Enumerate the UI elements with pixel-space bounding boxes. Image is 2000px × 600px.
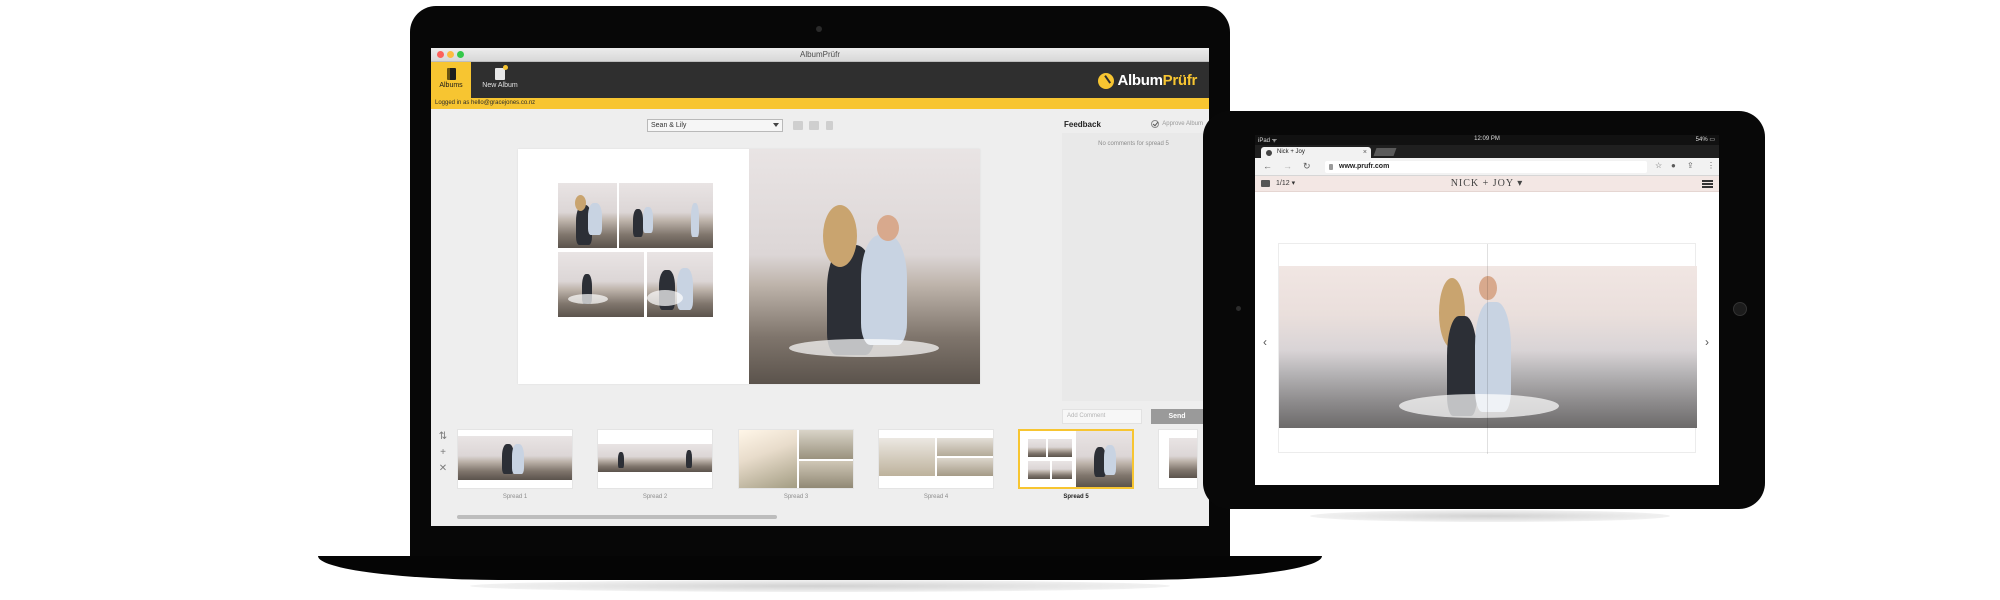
send-button[interactable]: Send <box>1151 409 1203 424</box>
spread-photo <box>1279 266 1697 428</box>
spread-filmstrip: Spread 1 Spread 2 Spread 3 Spread 4 Spre… <box>457 425 1209 503</box>
spread-thumbnail <box>1018 429 1134 489</box>
ipad: iPad ᯤ 12:09 PM 54% ▭ Nick + Joy × ← → ↻… <box>1203 111 1765 509</box>
spread-label: Spread 4 <box>923 494 949 500</box>
window-title: AlbumPrüfr <box>799 50 840 59</box>
laptop-screen: AlbumPrüfr Albums New Album Album Prüfr … <box>431 48 1209 526</box>
composite-stage: AlbumPrüfr Albums New Album Album Prüfr … <box>0 0 2000 600</box>
add-spread-icon[interactable]: + <box>437 445 449 461</box>
spread-label: Spread 3 <box>783 494 809 500</box>
logged-in-bar: Logged in as hello@gracejones.co.nz <box>431 98 1209 109</box>
browser-tab-title: Nick + Joy <box>1277 149 1305 155</box>
spread-label: Spread 1 <box>502 494 528 500</box>
hamburger-menu-icon[interactable] <box>1702 180 1713 188</box>
album-title-dropdown[interactable]: NICK + JOY ▾ <box>1255 178 1719 189</box>
no-comments-text: No comments for spread 5 <box>1098 141 1169 147</box>
spread-gutter <box>1487 244 1488 454</box>
close-tab-icon[interactable]: × <box>1363 147 1367 158</box>
approve-album-label: Approve Album <box>1162 121 1203 127</box>
back-arrow-icon[interactable]: ← <box>1263 161 1272 171</box>
ipad-screen: iPad ᯤ 12:09 PM 54% ▭ Nick + Joy × ← → ↻… <box>1255 135 1719 485</box>
spread-photo-2 <box>619 183 713 248</box>
more-options-icon[interactable]: ⋮ <box>1707 161 1715 170</box>
new-album-icon <box>495 65 508 80</box>
filmstrip-scrollbar[interactable] <box>457 515 777 519</box>
url-bar[interactable]: www.prufr.com <box>1325 161 1647 173</box>
spread-thumbnail <box>1158 429 1198 489</box>
laptop: AlbumPrüfr Albums New Album Album Prüfr … <box>410 6 1230 558</box>
spread-thumbnail <box>738 429 854 489</box>
spread-thumb-2[interactable]: Spread 2 <box>597 425 717 503</box>
brand-text-prufr: Prüfr <box>1162 72 1198 89</box>
albums-label: Albums <box>439 82 463 89</box>
album-spread-viewer <box>1278 243 1697 454</box>
forward-arrow-icon[interactable]: → <box>1283 161 1292 171</box>
new-album-button[interactable]: New Album <box>475 62 525 98</box>
brand-text-album: Album <box>1117 72 1163 89</box>
spread-preview <box>518 149 980 384</box>
laptop-base <box>318 556 1322 580</box>
app-toolbar: Albums New Album Album Prüfr <box>431 62 1209 98</box>
spread-thumbnail <box>457 429 573 489</box>
spread-label: Spread 5 <box>1063 494 1089 500</box>
delete-spread-icon[interactable]: ✕ <box>437 461 449 477</box>
bookmark-star-icon[interactable]: ☆ <box>1655 161 1662 170</box>
new-tab-button[interactable] <box>1373 148 1397 156</box>
spread-thumbnail <box>597 429 713 489</box>
browser-tab[interactable]: Nick + Joy × <box>1261 147 1371 158</box>
spread-thumb-1[interactable]: Spread 1 <box>457 425 577 503</box>
share-icon[interactable]: ⇪ <box>1687 161 1694 170</box>
browser-tab-strip: Nick + Joy × <box>1255 145 1719 158</box>
approve-album-toggle[interactable]: Approve Album <box>1151 120 1203 128</box>
spread-label: Spread 2 <box>642 494 668 500</box>
browser-omnibox-bar: ← → ↻ www.prufr.com ☆ ● ⇪ ⋮ <box>1255 158 1719 176</box>
trash-icon[interactable] <box>826 121 833 130</box>
comments-list: No comments for spread 5 <box>1062 133 1205 401</box>
laptop-shadow <box>470 580 1170 592</box>
prufr-favicon-icon <box>1266 150 1272 156</box>
laptop-camera <box>816 26 822 32</box>
spread-thumbnail <box>878 429 994 489</box>
edit-pencil-icon[interactable] <box>793 121 803 130</box>
email-icon[interactable] <box>809 121 819 130</box>
checkmark-circle-icon <box>1151 120 1160 128</box>
status-time: 12:09 PM <box>1474 136 1500 142</box>
album-selector[interactable]: Sean & Lily <box>647 119 783 132</box>
spread-photo-3 <box>558 252 644 317</box>
spread-tools: ⇅ + ✕ <box>437 429 449 477</box>
new-album-label: New Album <box>482 82 518 89</box>
spread-thumb-3[interactable]: Spread 3 <box>738 425 858 503</box>
spread-thumb-4[interactable]: Spread 4 <box>878 425 998 503</box>
comment-input[interactable]: Add Comment <box>1062 409 1142 424</box>
ipad-home-button[interactable] <box>1733 302 1747 316</box>
albumprufr-logo: Album Prüfr <box>1098 72 1197 89</box>
reload-icon[interactable]: ↻ <box>1303 161 1311 172</box>
ios-status-bar: iPad ᯤ 12:09 PM 54% ▭ <box>1255 135 1719 145</box>
window-titlebar: AlbumPrüfr <box>431 48 1209 62</box>
next-spread-arrow-icon[interactable]: › <box>1705 335 1709 349</box>
microphone-icon[interactable]: ● <box>1671 161 1676 170</box>
previous-spread-arrow-icon[interactable]: ‹ <box>1263 335 1267 349</box>
feedback-title: Feedback <box>1064 120 1101 129</box>
chevron-down-icon <box>773 123 779 127</box>
page-info-icon <box>1329 164 1333 170</box>
spread-photo-1 <box>558 183 617 248</box>
brand-pen-icon <box>1098 72 1115 89</box>
spread-thumb-6-partial[interactable] <box>1158 425 1198 503</box>
spread-photo-4 <box>647 252 713 317</box>
reorder-icon[interactable]: ⇅ <box>437 429 449 445</box>
album-book-icon <box>446 68 456 80</box>
ipad-camera <box>1236 306 1241 311</box>
url-text: www.prufr.com <box>1339 163 1390 170</box>
album-workspace: Sean & Lily Feedback Approve Album No co… <box>431 109 1209 526</box>
status-battery: 54% ▭ <box>1695 137 1715 143</box>
ipad-shadow <box>1310 510 1670 522</box>
albums-button[interactable]: Albums <box>431 62 471 98</box>
spread-main-photo <box>749 149 980 384</box>
spread-thumb-5[interactable]: Spread 5 <box>1018 425 1138 503</box>
album-selector-value: Sean & Lily <box>651 122 687 129</box>
album-nav-bar: 1/12 ▾ NICK + JOY ▾ <box>1255 176 1719 192</box>
